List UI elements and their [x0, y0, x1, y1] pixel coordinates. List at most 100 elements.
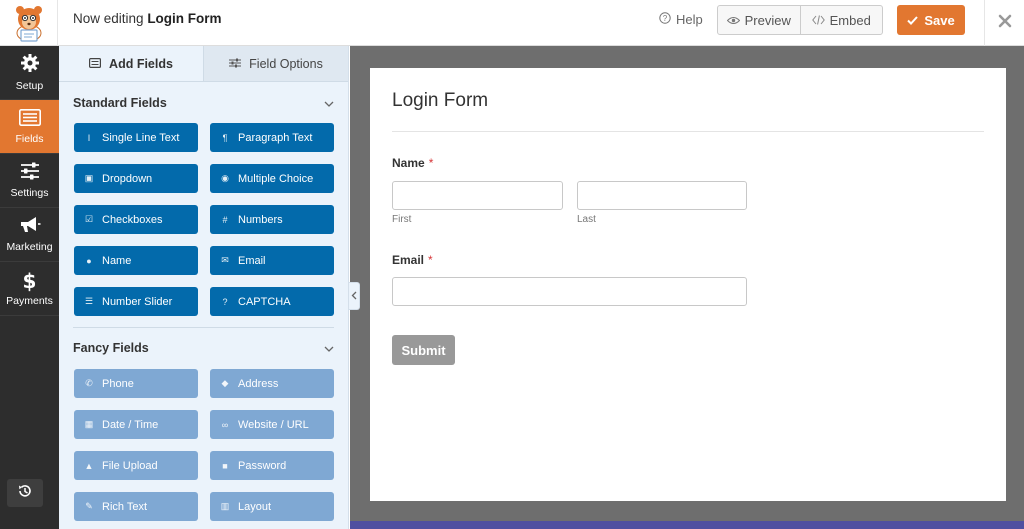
standard-fields-header[interactable]: Standard Fields: [73, 96, 334, 110]
tab-add-fields-label: Add Fields: [109, 56, 173, 71]
hash-icon: #: [222, 214, 228, 225]
field-button-date-time[interactable]: ▦ Date / Time: [74, 410, 198, 439]
preview-embed-group: Preview Embed: [717, 5, 883, 35]
tab-field-options[interactable]: Field Options: [203, 46, 348, 81]
field-button-captcha[interactable]: ? CAPTCHA: [210, 287, 334, 316]
nav-item-settings[interactable]: Settings: [0, 154, 59, 208]
first-name-input[interactable]: [392, 181, 563, 210]
panel-tabs: Add Fields Field Options: [59, 46, 348, 82]
link-icon: ∞: [221, 419, 229, 430]
field-button-name[interactable]: ● Name: [74, 246, 198, 275]
revisions-button[interactable]: [7, 479, 43, 507]
nav-item-marketing[interactable]: Marketing: [0, 208, 59, 262]
question-icon: ?: [222, 296, 228, 307]
field-label: File Upload: [102, 459, 158, 472]
field-button-numbers[interactable]: # Numbers: [210, 205, 334, 234]
nav-item-setup[interactable]: Setup: [0, 46, 59, 100]
user-icon: ●: [86, 255, 92, 266]
preview-button[interactable]: Preview: [718, 6, 800, 34]
nav-item-payments[interactable]: $ Payments: [0, 262, 59, 316]
field-label: Layout: [238, 500, 272, 513]
upload-icon: ▲: [84, 460, 94, 471]
history-icon: [17, 483, 33, 504]
field-button-paragraph-text[interactable]: ¶ Paragraph Text: [210, 123, 334, 152]
field-button-number-slider[interactable]: ☰ Number Slider: [74, 287, 198, 316]
left-navigation: Setup Fields Settings Marketing $ Paymen…: [0, 46, 59, 529]
sliders-icon: [229, 57, 242, 71]
first-name-sublabel: First: [392, 214, 412, 225]
tab-add-fields[interactable]: Add Fields: [59, 46, 203, 81]
fancy-fields-header[interactable]: Fancy Fields: [73, 341, 334, 355]
field-button-single-line-text[interactable]: I Single Line Text: [74, 123, 198, 152]
last-name-sublabel: Last: [577, 214, 596, 225]
field-label: Number Slider: [102, 295, 173, 308]
field-button-website-url[interactable]: ∞ Website / URL: [210, 410, 334, 439]
phone-icon: ✆: [85, 378, 93, 388]
field-button-email[interactable]: ✉ Email: [210, 246, 334, 275]
list-icon: [18, 108, 41, 129]
field-label: Phone: [102, 377, 134, 390]
field-button-layout[interactable]: ▥ Layout: [210, 492, 334, 521]
envelope-icon: ✉: [221, 255, 229, 265]
chevron-up-icon: [324, 96, 334, 110]
field-label: CAPTCHA: [238, 295, 291, 308]
tab-field-options-label: Field Options: [249, 56, 323, 71]
dollar-icon: $: [22, 268, 37, 293]
preview-label: Preview: [744, 12, 791, 28]
field-label: Date / Time: [102, 418, 159, 431]
checkbox-icon: ☑: [84, 214, 94, 224]
field-button-password[interactable]: ■ Password: [210, 451, 334, 480]
lock-icon: ■: [222, 460, 228, 471]
email-label-text: Email: [392, 253, 425, 267]
field-button-phone[interactable]: ✆ Phone: [74, 369, 198, 398]
field-button-checkboxes[interactable]: ☑ Checkboxes: [74, 205, 198, 234]
save-button[interactable]: Save: [897, 5, 965, 35]
bottom-edge-strip: [350, 521, 1024, 529]
standard-fields-grid: I Single Line Text ¶ Paragraph Text ▣ Dropd…: [74, 123, 334, 316]
submit-button[interactable]: Submit: [392, 335, 455, 365]
field-button-address[interactable]: ◆ Address: [210, 369, 334, 398]
field-label: Password: [238, 459, 287, 472]
field-button-rich-text[interactable]: ✎ Rich Text: [74, 492, 198, 521]
columns-icon: ▥: [220, 501, 230, 511]
email-field-label[interactable]: Email *: [392, 253, 433, 267]
embed-button[interactable]: Embed: [799, 6, 883, 34]
megaphone-icon: [19, 216, 41, 237]
close-icon: [998, 14, 1012, 33]
field-button-multiple-choice[interactable]: ◉ Multiple Choice: [210, 164, 334, 193]
field-label: Single Line Text: [102, 131, 180, 144]
help-link[interactable]: ? Help: [659, 12, 703, 27]
field-button-file-upload[interactable]: ▲ File Upload: [74, 451, 198, 480]
field-label: Email: [238, 254, 266, 267]
embed-label: Embed: [829, 12, 871, 28]
section-divider: [73, 327, 334, 328]
close-button[interactable]: [984, 0, 1024, 46]
chevron-left-icon: [351, 287, 357, 305]
chevron-up-icon: [324, 341, 334, 355]
sliders-icon: [20, 162, 40, 183]
eye-icon: [726, 13, 740, 28]
editing-prefix: Now editing: [73, 11, 144, 26]
save-label: Save: [924, 12, 955, 28]
field-label: Address: [238, 377, 279, 390]
form-preview-card: Login Form Name * First Last Email * Submi…: [370, 68, 1006, 501]
nav-label-marketing: Marketing: [6, 241, 53, 253]
field-label: Paragraph Text: [238, 131, 313, 144]
radio-icon: ◉: [221, 173, 229, 183]
email-input[interactable]: [392, 277, 747, 306]
name-field-label[interactable]: Name *: [392, 156, 433, 170]
field-label: Numbers: [238, 213, 283, 226]
map-pin-icon: ◆: [221, 378, 229, 388]
nav-label-fields: Fields: [15, 132, 44, 145]
form-title-divider: [392, 131, 984, 132]
nav-item-fields[interactable]: Fields: [0, 100, 59, 154]
code-icon: [811, 13, 825, 28]
form-title: Login Form: [392, 90, 489, 111]
nav-label-payments: Payments: [6, 294, 53, 307]
field-button-dropdown[interactable]: ▣ Dropdown: [74, 164, 198, 193]
last-name-input[interactable]: [577, 181, 747, 210]
check-icon: [907, 13, 919, 28]
collapse-panel-toggle[interactable]: [349, 282, 360, 310]
help-icon: ?: [659, 12, 671, 27]
required-marker: *: [428, 156, 434, 170]
